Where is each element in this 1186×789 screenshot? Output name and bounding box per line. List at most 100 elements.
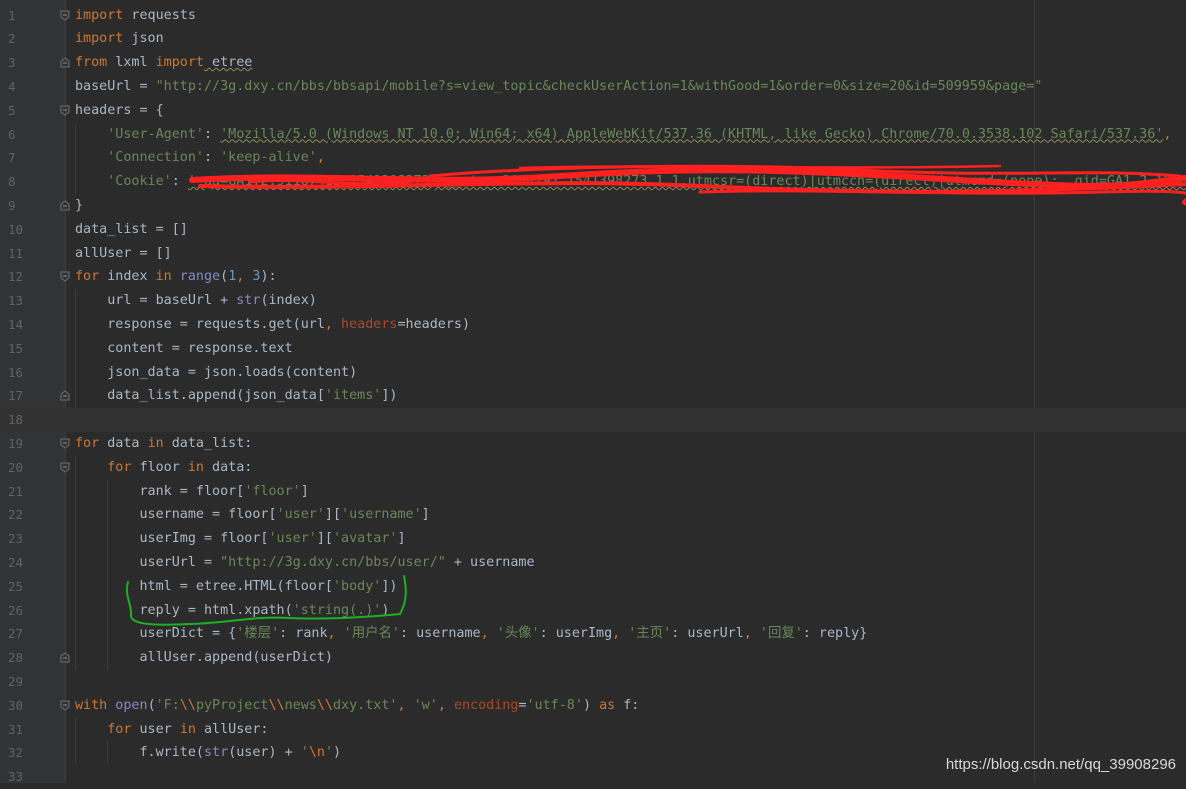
code-text[interactable]: f.write(str(user) + '\n') xyxy=(75,741,341,765)
code-token: ( xyxy=(220,269,229,285)
code-token: headers xyxy=(341,316,398,332)
fold-open-icon[interactable] xyxy=(60,462,70,473)
code-text[interactable]: username = floor['user']['username'] xyxy=(75,503,429,527)
code-text[interactable]: for data in data_list: xyxy=(75,432,252,456)
code-token: : xyxy=(204,150,221,166)
line-number: 10 xyxy=(8,221,24,237)
code-token: (user) + xyxy=(228,745,301,761)
fold-open-icon[interactable] xyxy=(60,438,70,449)
code-line[interactable]: 19 for data in data_list: xyxy=(0,432,1186,456)
code-text[interactable]: data_list.append(json_data['items']) xyxy=(75,384,397,408)
code-line[interactable]: 9} xyxy=(0,194,1186,218)
code-token: with xyxy=(75,697,108,713)
code-line[interactable]: 14 response = requests.get(url, headers=… xyxy=(0,313,1186,337)
fold-open-icon[interactable] xyxy=(60,10,70,21)
code-line[interactable]: 7 'Connection': 'keep-alive', xyxy=(0,146,1186,170)
code-line[interactable]: 17 data_list.append(json_data['items']) xyxy=(0,384,1186,408)
code-line[interactable]: 27 userDict = {'楼层': rank, '用户名': userna… xyxy=(0,622,1186,646)
code-text[interactable]: for floor in data: xyxy=(75,456,252,480)
code-token: for xyxy=(107,721,132,737)
code-text[interactable]: json_data = json.loads(content) xyxy=(75,361,357,385)
fold-open-icon[interactable] xyxy=(60,271,70,282)
code-line[interactable]: 31 for user in allUser: xyxy=(0,718,1186,742)
fold-open-icon[interactable] xyxy=(60,700,70,711)
code-line[interactable]: 23 userImg = floor['user']['avatar'] xyxy=(0,527,1186,551)
code-line[interactable]: 5 headers = { xyxy=(0,99,1186,123)
code-line[interactable]: 29 xyxy=(0,670,1186,694)
code-line[interactable]: 10 data_list = [] xyxy=(0,218,1186,242)
code-text[interactable]: rank = floor['floor'] xyxy=(75,480,309,504)
code-line[interactable]: 12 for index in range(1, 3): xyxy=(0,265,1186,289)
code-line[interactable]: 11 allUser = [] xyxy=(0,242,1186,266)
code-line[interactable]: 20 for floor in data: xyxy=(0,456,1186,480)
code-token: , xyxy=(324,316,342,332)
code-text[interactable]: from lxml import etree xyxy=(75,51,252,75)
indent-guide xyxy=(75,122,76,194)
code-line[interactable]: 1 import requests xyxy=(0,4,1186,28)
code-text[interactable]: response = requests.get(url, headers=hea… xyxy=(75,313,470,337)
code-line[interactable]: 28 allUser.append(userDict) xyxy=(0,646,1186,670)
code-line[interactable]: 3 from lxml import etree xyxy=(0,51,1186,75)
code-line[interactable]: 6 'User-Agent': 'Mozilla/5.0 (Windows NT… xyxy=(0,123,1186,147)
code-text[interactable]: baseUrl = "http://3g.dxy.cn/bbs/bbsapi/m… xyxy=(75,75,1042,99)
code-text[interactable]: 'Cookie': '_ga=GA1.2.91187413.1541398273… xyxy=(75,170,1186,194)
fold-close-icon[interactable] xyxy=(60,390,70,401)
code-text[interactable]: import requests xyxy=(75,4,196,28)
fold-open-icon[interactable] xyxy=(60,105,70,116)
code-line[interactable]: 2 import json xyxy=(0,27,1186,51)
line-number: 23 xyxy=(8,531,24,547)
code-token: 'utf-8' xyxy=(526,697,583,713)
fold-close-icon[interactable] xyxy=(60,200,70,211)
code-token: data: xyxy=(204,459,253,475)
code-token: dxy.txt' xyxy=(333,697,398,713)
code-text[interactable]: 'User-Agent': 'Mozilla/5.0 (Windows NT 1… xyxy=(75,123,1171,147)
code-line[interactable]: 4 baseUrl = "http://3g.dxy.cn/bbs/bbsapi/… xyxy=(0,75,1186,99)
code-token: as xyxy=(599,697,616,713)
code-token: f.write( xyxy=(75,745,204,761)
code-line[interactable]: 13 url = baseUrl + str(index) xyxy=(0,289,1186,313)
code-line[interactable]: 25 html = etree.HTML(floor['body']) xyxy=(0,575,1186,599)
code-text[interactable]: import json xyxy=(75,27,164,51)
code-text[interactable]: html = etree.HTML(floor['body']) xyxy=(75,575,397,599)
code-text[interactable]: with open('F:\\pyProject\\news\\dxy.txt'… xyxy=(75,694,639,718)
code-editor[interactable]: 1 import requests 2 import json 3 from lxml i… xyxy=(0,0,1186,784)
code-text[interactable]: reply = html.xpath('string(.)') xyxy=(75,599,389,623)
code-token: ): xyxy=(260,269,277,285)
code-token: from xyxy=(75,55,108,71)
fold-close-icon[interactable] xyxy=(60,652,70,663)
code-token: ] xyxy=(300,483,309,499)
code-text[interactable]: for index in range(1, 3): xyxy=(75,265,277,289)
code-token: in xyxy=(187,459,204,475)
code-token: encoding xyxy=(453,697,519,713)
code-text[interactable]: headers = { xyxy=(75,99,164,123)
code-text[interactable]: allUser = [] xyxy=(75,242,172,266)
code-line[interactable]: 30 with open('F:\\pyProject\\news\\dxy.tx… xyxy=(0,694,1186,718)
code-text[interactable]: allUser.append(userDict) xyxy=(75,646,333,670)
code-line[interactable]: 8 'Cookie': '_ga=GA1.2.91187413.15413982… xyxy=(0,170,1186,194)
code-text[interactable]: userUrl = "http://3g.dxy.cn/bbs/user/" +… xyxy=(75,551,534,575)
code-line[interactable]: 18 xyxy=(0,408,1186,432)
code-text[interactable]: userDict = {'楼层': rank, '用户名': username,… xyxy=(75,622,867,646)
line-number: 4 xyxy=(8,78,16,94)
code-token: '回复' xyxy=(759,626,803,642)
code-token: requests xyxy=(123,7,196,23)
code-text[interactable]: for user in allUser: xyxy=(75,718,268,742)
line-number: 14 xyxy=(8,316,24,332)
code-text[interactable]: } xyxy=(75,194,83,218)
code-text[interactable]: url = baseUrl + str(index) xyxy=(75,289,317,313)
code-line[interactable]: 16 json_data = json.loads(content) xyxy=(0,361,1186,385)
code-line[interactable]: 22 username = floor['user']['username'] xyxy=(0,503,1186,527)
code-text[interactable]: content = response.text xyxy=(75,337,293,361)
fold-close-icon[interactable] xyxy=(60,57,70,68)
code-text[interactable]: userImg = floor['user']['avatar'] xyxy=(75,527,405,551)
code-token: , xyxy=(743,626,760,642)
code-line[interactable]: 15 content = response.text xyxy=(0,337,1186,361)
code-line[interactable]: 24 userUrl = "http://3g.dxy.cn/bbs/user/… xyxy=(0,551,1186,575)
code-token: import xyxy=(155,55,204,71)
code-token: content = response.text xyxy=(75,340,293,356)
code-line[interactable]: 21 rank = floor['floor'] xyxy=(0,480,1186,504)
code-text[interactable]: 'Connection': 'keep-alive', xyxy=(75,146,325,170)
code-text[interactable]: data_list = [] xyxy=(75,218,188,242)
code-line[interactable]: 26 reply = html.xpath('string(.)') xyxy=(0,599,1186,623)
